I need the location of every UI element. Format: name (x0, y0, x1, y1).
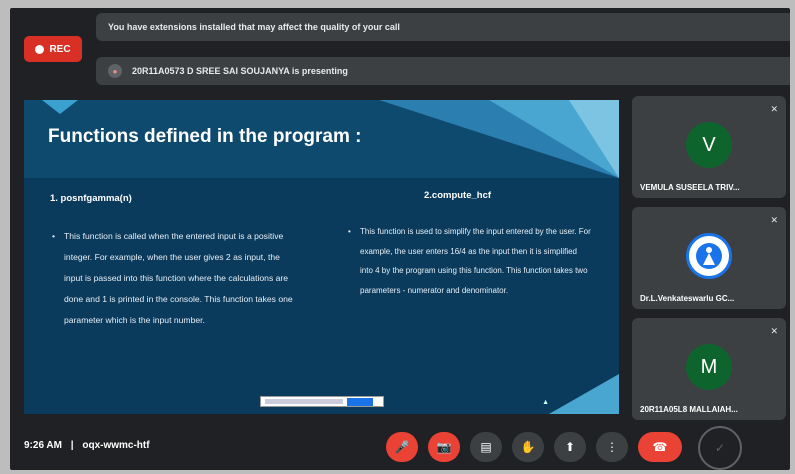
slide-header: Functions defined in the program : (24, 100, 619, 178)
slide-title: Functions defined in the program : (48, 126, 362, 147)
section-heading-2: 2.compute_hcf (424, 190, 492, 201)
extensions-text: You have extensions installed that may a… (108, 22, 400, 32)
mic-off-icon: ✕ (770, 104, 778, 114)
slide-nav-icon: ▲ (542, 399, 549, 406)
avatar: V (686, 122, 732, 168)
hand-icon: ✋ (520, 440, 536, 454)
slide-toolbar (260, 396, 384, 407)
section-body-2: This function is used to simplify the in… (346, 222, 591, 300)
mic-off-icon: ✕ (770, 215, 778, 225)
more-icon: ⋮ (606, 440, 618, 454)
participant-name: VEMULA SUSEELA TRIV... (640, 183, 740, 192)
section-body-1: This function is called when the entered… (50, 226, 300, 331)
avatar: M (686, 344, 732, 390)
participant-name: Dr.L.Venkateswarlu GC... (640, 294, 735, 303)
participant-tile[interactable]: ✕ V VEMULA SUSEELA TRIV... (632, 96, 786, 198)
meet-window: REC You have extensions installed that m… (10, 8, 790, 470)
participant-tile[interactable]: ✕ Dr.L.Venkateswarlu GC... (632, 207, 786, 309)
participant-name: 20R11A05L8 MALLAIAH... (640, 405, 738, 414)
mic-off-icon: ✕ (770, 326, 778, 336)
phone-hangup-icon: ☎ (652, 440, 668, 454)
raise-hand-button[interactable]: ✋ (512, 432, 544, 462)
captions-icon: ▤ (480, 440, 492, 454)
camera-toggle-button[interactable]: 📷 (428, 432, 460, 462)
avatar-logo-icon (686, 233, 732, 279)
leave-call-button[interactable]: ☎ (638, 432, 682, 462)
more-options-button[interactable]: ⋮ (596, 432, 628, 462)
recording-badge: REC (24, 36, 82, 62)
rec-label: REC (49, 43, 71, 55)
presenting-icon: ● (108, 64, 122, 78)
check-icon: ✓ (714, 441, 726, 455)
meeting-info: 9:26 AM | oqx-wwmc-htf (24, 440, 150, 451)
extensions-banner: You have extensions installed that may a… (96, 13, 790, 41)
presenting-text: 20R11A0573 D SREE SAI SOUJANYA is presen… (132, 66, 348, 76)
mic-off-icon: 🎤 (394, 440, 410, 454)
captions-button[interactable]: ▤ (470, 432, 502, 462)
meeting-separator: | (70, 440, 74, 451)
participant-tile[interactable]: ✕ M 20R11A05L8 MALLAIAH... (632, 318, 786, 420)
present-icon: ⬆ (564, 440, 576, 454)
section-heading-1: 1. posnfgamma(n) (50, 193, 132, 204)
presenting-banner: ● 20R11A0573 D SREE SAI SOUJANYA is pres… (96, 57, 790, 85)
reaction-ring-button[interactable]: ✓ (698, 426, 742, 470)
camera-off-icon: 📷 (436, 440, 452, 454)
meeting-code: oqx-wwmc-htf (82, 440, 150, 451)
meeting-time: 9:26 AM (24, 440, 62, 451)
mic-toggle-button[interactable]: 🎤 (386, 432, 418, 462)
present-button[interactable]: ⬆ (554, 432, 586, 462)
logo-icon (696, 243, 722, 269)
presentation-slide: Functions defined in the program : 1. po… (24, 100, 619, 414)
record-dot-icon (35, 44, 45, 54)
